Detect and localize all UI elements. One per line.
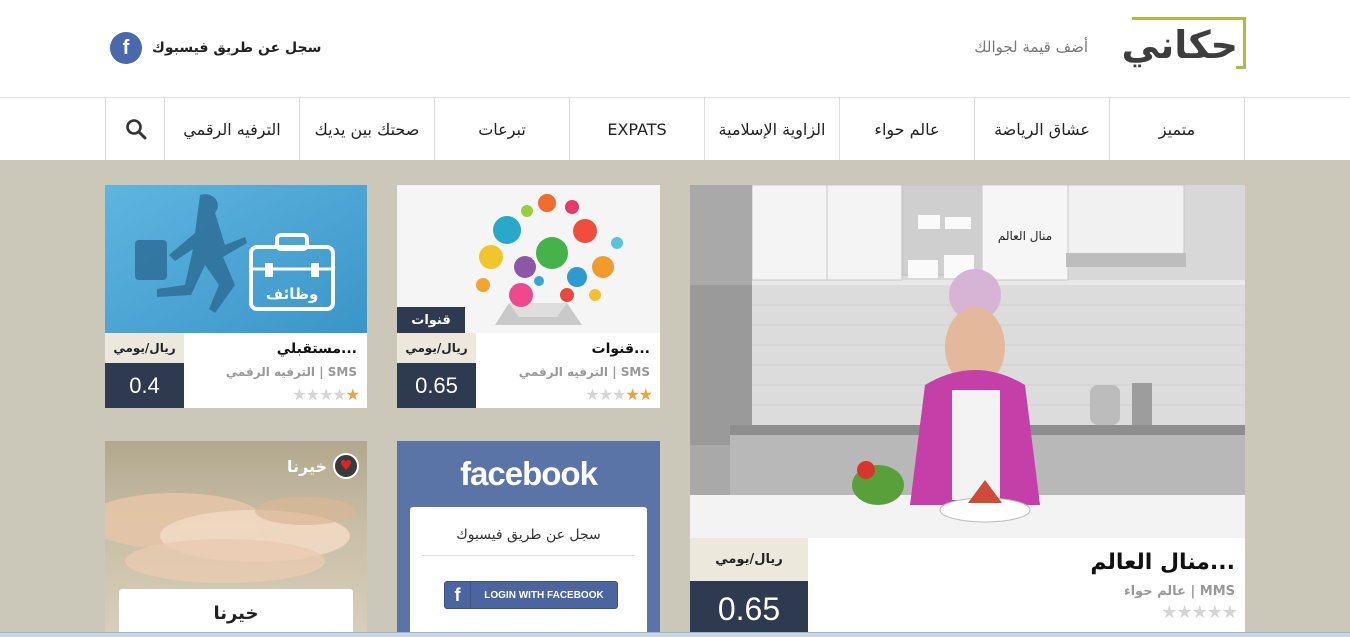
- main-nav: متميز عشاق الرياضة عالم حواء الزاوية الإ…: [0, 97, 1350, 160]
- featured-price-box: ريال/يومي 0.65: [690, 538, 808, 637]
- khairna-card[interactable]: خيرنا ♥ خيرنا: [105, 441, 367, 637]
- khairna-title[interactable]: خيرنا: [119, 603, 353, 624]
- khairna-title-box: خيرنا: [119, 589, 353, 637]
- divider: [422, 555, 635, 556]
- star-icon: ★: [318, 385, 333, 404]
- facebook-panel: facebook سجل عن طريق فيسبوك f LOGIN WITH…: [397, 441, 660, 637]
- featured-price-unit: ريال/يومي: [690, 538, 808, 581]
- channels-subtitle: الترفيه الرقمي | SMS: [518, 365, 650, 379]
- heart-icon: ♥: [333, 453, 359, 479]
- jobs-price-unit: ريال/يومي: [105, 333, 184, 363]
- channels-price-unit: ريال/يومي: [397, 333, 476, 363]
- facebook-icon: f: [110, 32, 142, 64]
- khairna-brand-text: خيرنا: [286, 456, 327, 476]
- featured-rating: ★★★★★: [1161, 602, 1238, 623]
- jobs-card[interactable]: وظائف ريال/يومي 0.4 مستقبلي... الترفيه ا…: [105, 185, 367, 408]
- star-icon: ★: [638, 385, 653, 404]
- jobs-info: ريال/يومي 0.4 مستقبلي... الترفيه الرقمي …: [105, 333, 367, 408]
- header: حكاني أضف قيمة لجوالك f سجل عن طريق فيسب…: [0, 0, 1350, 97]
- facebook-login-text: سجل عن طريق فيسبوك: [456, 527, 601, 543]
- facebook-icon: f: [445, 582, 471, 608]
- featured-title[interactable]: منال العالم...: [1090, 550, 1235, 575]
- star-icon: ★: [292, 385, 306, 404]
- star-icon: ★: [611, 385, 626, 404]
- taskbar-edge: [0, 632, 1350, 637]
- star-icon: ★: [332, 385, 346, 404]
- facebook-login-label: سجل عن طريق فيسبوك: [152, 40, 322, 56]
- login-with-facebook-button[interactable]: f LOGIN WITH FACEBOOK: [444, 581, 618, 609]
- featured-info: ريال/يومي 0.65 منال العالم... عالم حواء …: [690, 538, 1245, 637]
- facebook-login-box: سجل عن طريق فيسبوك f LOGIN WITH FACEBOOK: [410, 507, 647, 637]
- jobs-image-text: وظائف: [266, 285, 319, 303]
- khairna-brand: خيرنا ♥: [287, 453, 359, 479]
- star-icon: ★: [625, 385, 639, 404]
- star-icon: ★: [1191, 602, 1208, 623]
- jobs-image: وظائف: [105, 185, 367, 333]
- star-icon: ★: [345, 385, 360, 404]
- nav-item-health[interactable]: صحتك بين يديك: [299, 98, 434, 160]
- nav-item-donations[interactable]: تبرعات: [434, 98, 569, 160]
- nav-item-featured[interactable]: متميز: [1109, 98, 1245, 160]
- facebook-login-link[interactable]: f سجل عن طريق فيسبوك: [110, 32, 322, 64]
- channels-price: 0.65: [397, 363, 476, 408]
- jobs-rating: ★★★★★: [292, 385, 360, 404]
- tagline: أضف قيمة لجوالك: [974, 38, 1088, 56]
- featured-image: منال العالم: [690, 185, 1245, 538]
- channels-title[interactable]: قنوات...: [592, 341, 651, 357]
- channels-price-box: ريال/يومي 0.65: [397, 333, 476, 408]
- star-icon: ★: [1221, 602, 1238, 623]
- jobs-price: 0.4: [105, 363, 184, 408]
- featured-card[interactable]: منال العالم ريال/يومي 0.65 منال العالم..…: [690, 185, 1245, 637]
- channels-rating: ★★★★★: [585, 385, 653, 404]
- featured-subtitle: عالم حواء | MMS: [1123, 584, 1235, 599]
- nav-item-women[interactable]: عالم حواء: [839, 98, 974, 160]
- channels-card[interactable]: قنوات ريال/يومي 0.65 قنوات... الترفيه ال…: [397, 185, 660, 408]
- login-with-facebook-label: LOGIN WITH FACEBOOK: [484, 589, 604, 601]
- jobs-price-box: ريال/يومي 0.4: [105, 333, 184, 408]
- star-icon: ★: [598, 385, 613, 404]
- jobs-subtitle: الترفيه الرقمي | SMS: [225, 365, 357, 379]
- logo-text: حكاني: [1121, 23, 1238, 67]
- search-icon: [125, 119, 146, 140]
- logo[interactable]: حكاني: [1121, 17, 1246, 69]
- jobs-title[interactable]: مستقبلي...: [277, 341, 357, 357]
- nav-item-islamic[interactable]: الزاوية الإسلامية: [704, 98, 839, 160]
- star-icon: ★: [305, 385, 320, 404]
- star-icon: ★: [1161, 602, 1177, 623]
- star-icon: ★: [585, 385, 599, 404]
- star-icon: ★: [1206, 602, 1223, 623]
- channels-badge: قنوات: [397, 307, 465, 333]
- star-icon: ★: [1176, 602, 1192, 623]
- nav-item-entertainment[interactable]: الترفيه الرقمي: [164, 98, 299, 160]
- nav-item-sports[interactable]: عشاق الرياضة: [974, 98, 1109, 160]
- featured-price: 0.65: [690, 581, 808, 637]
- facebook-brand: facebook: [460, 455, 598, 492]
- search-button[interactable]: [105, 98, 165, 160]
- nav-item-expats[interactable]: EXPATS: [569, 98, 704, 160]
- channels-info: ريال/يومي 0.65 قنوات... الترفيه الرقمي |…: [397, 333, 660, 408]
- featured-image-text: منال العالم: [998, 229, 1052, 243]
